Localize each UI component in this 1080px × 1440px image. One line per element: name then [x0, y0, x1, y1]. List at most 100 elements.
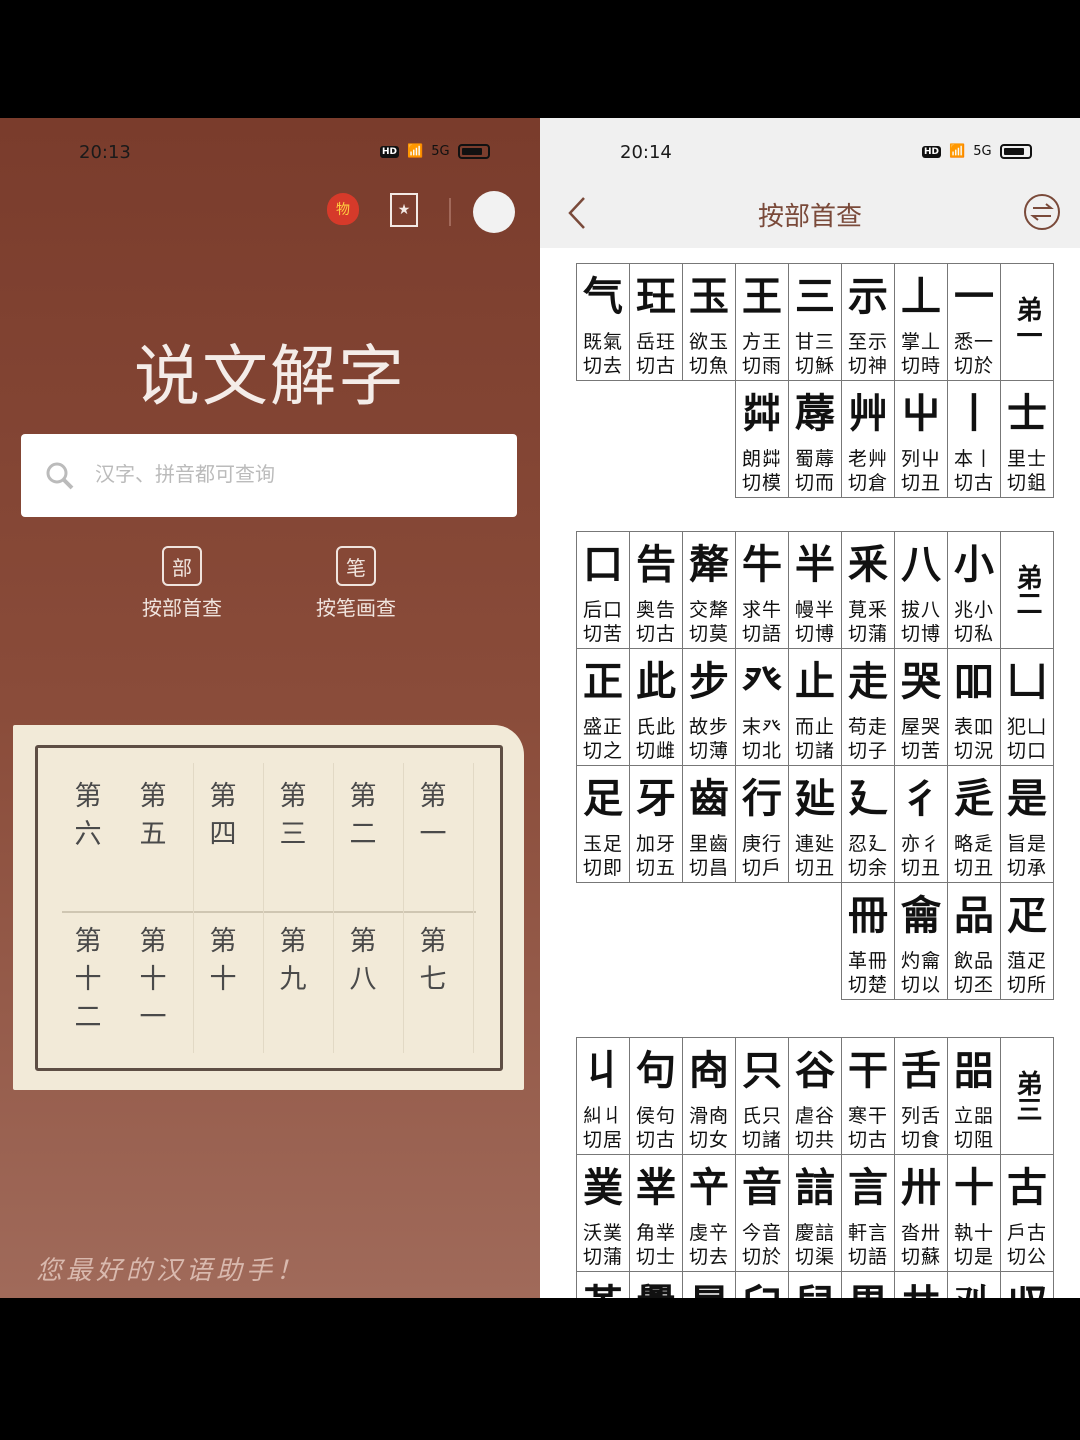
radical-cell[interactable]: 異: [841, 1271, 895, 1298]
radical-cell[interactable]: 足玉足 切即: [576, 765, 630, 883]
radical-cell[interactable]: 行庚行 切戶: [735, 765, 789, 883]
radical-cell[interactable]: 半幔半 切博: [788, 531, 842, 649]
radical-cell[interactable]: 三甘三 切穌: [788, 263, 842, 381]
radical-cell[interactable]: 誩慶誩 切渠: [788, 1154, 842, 1272]
radical-cell[interactable]: 十執十 切是: [947, 1154, 1001, 1272]
radical-cell[interactable]: 彳亦彳 切丑: [894, 765, 948, 883]
seal-glyph: 古: [1007, 1164, 1047, 1211]
radical-cell[interactable]: 步故步 切薄: [682, 648, 736, 766]
gift-bag-icon[interactable]: 物: [327, 193, 359, 225]
radical-cell[interactable]: 品飲品 切丕: [947, 882, 1001, 1000]
radical-cell[interactable]: 丄掌丄 切時: [894, 263, 948, 381]
radical-cell[interactable]: 句侯句 切古: [629, 1037, 683, 1155]
radical-cell[interactable]: 舌列舌 切食: [894, 1037, 948, 1155]
radical-cell[interactable]: 廴忍廴 切余: [841, 765, 895, 883]
radical-cell[interactable]: 示至示 切神: [841, 263, 895, 381]
radical-cell[interactable]: 是旨是 切承: [1000, 765, 1054, 883]
radical-cell[interactable]: 𠬞: [1000, 1271, 1054, 1298]
radical-cell[interactable]: 此氏此 切雌: [629, 648, 683, 766]
radical-cell[interactable]: 音今音 切於: [735, 1154, 789, 1272]
radical-cell[interactable]: 小兆小 切私: [947, 531, 1001, 649]
fanqie-note: 切承: [1006, 857, 1047, 879]
seal-glyph: 谷: [795, 1047, 835, 1094]
radical-cell[interactable]: 谷虐谷 切共: [788, 1037, 842, 1155]
radical-cell[interactable]: 气既氣 切去: [576, 263, 630, 381]
radical-cell[interactable]: 冊革冊 切楚: [841, 882, 895, 1000]
chapter-4[interactable]: 第四: [203, 778, 243, 854]
chapter-2[interactable]: 第二: [343, 778, 383, 854]
radical-cell[interactable]: 臼: [735, 1271, 789, 1298]
search-bar[interactable]: [21, 434, 517, 517]
radical-cell[interactable]: 㕯滑㕯 切女: [682, 1037, 736, 1155]
bookmark-book-icon[interactable]: ★: [390, 193, 418, 227]
radical-cell[interactable]: 牙加牙 切五: [629, 765, 683, 883]
radical-cell[interactable]: 卅沓卅 切蘇: [894, 1154, 948, 1272]
radical-cell[interactable]: 干寒干 切古: [841, 1037, 895, 1155]
radical-cell[interactable]: 蓐蜀蓐 切而: [788, 380, 842, 498]
radical-cell[interactable]: 舁: [788, 1271, 842, 1298]
radical-cell[interactable]: 㢟連㢟 切丑: [788, 765, 842, 883]
chapter-7[interactable]: 第七: [413, 923, 453, 999]
radical-cell[interactable]: 疋菹疋 切所: [1000, 882, 1054, 1000]
radical-cell[interactable]: 丨本丨 切古: [947, 380, 1001, 498]
chapter-9[interactable]: 第九: [273, 923, 313, 999]
radical-cell[interactable]: 晨: [682, 1271, 736, 1298]
radical-cell[interactable]: 㗊立㗊 切阻: [947, 1037, 1001, 1155]
fanqie-note: 切共: [794, 1129, 835, 1151]
radical-cell[interactable]: 䇂虔䇂 切去: [682, 1154, 736, 1272]
radical-cell[interactable]: 釆莧釆 切蒲: [841, 531, 895, 649]
chapter-10[interactable]: 第十: [203, 923, 243, 999]
radical-cell[interactable]: 一悉一 切於: [947, 263, 1001, 381]
seal-glyph: 吅: [954, 658, 994, 705]
radical-cell[interactable]: 士里士 切鉏: [1000, 380, 1054, 498]
radical-cell[interactable]: 八拔八 切博: [894, 531, 948, 649]
radical-cell[interactable]: 癶末癶 切北: [735, 648, 789, 766]
radical-cell[interactable]: 告奥告 切古: [629, 531, 683, 649]
radical-cell[interactable]: 共: [894, 1271, 948, 1298]
radical-cell[interactable]: 止而止 切諸: [788, 648, 842, 766]
radical-cell[interactable]: 爨: [629, 1271, 683, 1298]
radical-cell[interactable]: 王方王 切雨: [735, 263, 789, 381]
avatar[interactable]: [473, 191, 515, 233]
chapter-5[interactable]: 第五: [133, 778, 173, 854]
radical-cell[interactable]: 只氏只 切諸: [735, 1037, 789, 1155]
search-input[interactable]: [95, 464, 475, 487]
fanqie-note: 切苦: [900, 740, 941, 762]
radical-cell[interactable]: 齒里齒 切昌: [682, 765, 736, 883]
radical-cell[interactable]: 龠灼龠 切以: [894, 882, 948, 1000]
radical-cell[interactable]: 玨岳玨 切古: [629, 263, 683, 381]
radical-cell[interactable]: 丩糾丩 切居: [576, 1037, 630, 1155]
radical-search-button[interactable]: 部 按部首查: [122, 546, 242, 621]
radical-cell[interactable]: 吅表吅 切況: [947, 648, 1001, 766]
radical-cell[interactable]: 菐沃菐 切蒲: [576, 1154, 630, 1272]
radical-cell[interactable]: 正盛正 切之: [576, 648, 630, 766]
chapter-11[interactable]: 第十一: [133, 923, 173, 1037]
radical-cell[interactable]: 屮列屮 切丑: [894, 380, 948, 498]
seal-glyph: 㗊: [954, 1047, 994, 1094]
radical-cell[interactable]: 凵犯凵 切口: [1000, 648, 1054, 766]
chapter-12[interactable]: 第十二: [68, 923, 108, 1037]
chapter-1[interactable]: 第一: [413, 778, 453, 854]
stroke-search-button[interactable]: 笔 按笔画查: [296, 546, 416, 621]
radical-cell[interactable]: 𠬜: [947, 1271, 1001, 1298]
radical-cell[interactable]: 丵角丵 切士: [629, 1154, 683, 1272]
radical-cell[interactable]: 走苟走 切子: [841, 648, 895, 766]
radical-cell[interactable]: 古戶古 切公: [1000, 1154, 1054, 1272]
radical-cell[interactable]: 犛交犛 切莫: [682, 531, 736, 649]
switch-icon[interactable]: [1023, 193, 1061, 231]
chapter-8[interactable]: 第八: [343, 923, 383, 999]
radical-cell[interactable]: 玉欲玉 切魚: [682, 263, 736, 381]
fanqie-note: 苟走: [847, 716, 888, 738]
radical-cell[interactable]: 牛求牛 切語: [735, 531, 789, 649]
chapter-3[interactable]: 第三: [273, 778, 313, 854]
radical-cell[interactable]: 革: [576, 1271, 630, 1298]
radical-cell[interactable]: 茻朗茻 切模: [735, 380, 789, 498]
fanqie-note: 切昌: [688, 857, 729, 879]
chapter-6[interactable]: 第六: [68, 778, 108, 854]
radical-cell[interactable]: 言軒言 切語: [841, 1154, 895, 1272]
radical-cell[interactable]: 哭屋哭 切苦: [894, 648, 948, 766]
radical-cell[interactable]: 口后口 切苦: [576, 531, 630, 649]
seal-glyph: 行: [742, 775, 782, 822]
radical-cell[interactable]: 辵略辵 切丑: [947, 765, 1001, 883]
radical-cell[interactable]: 艸老艸 切倉: [841, 380, 895, 498]
